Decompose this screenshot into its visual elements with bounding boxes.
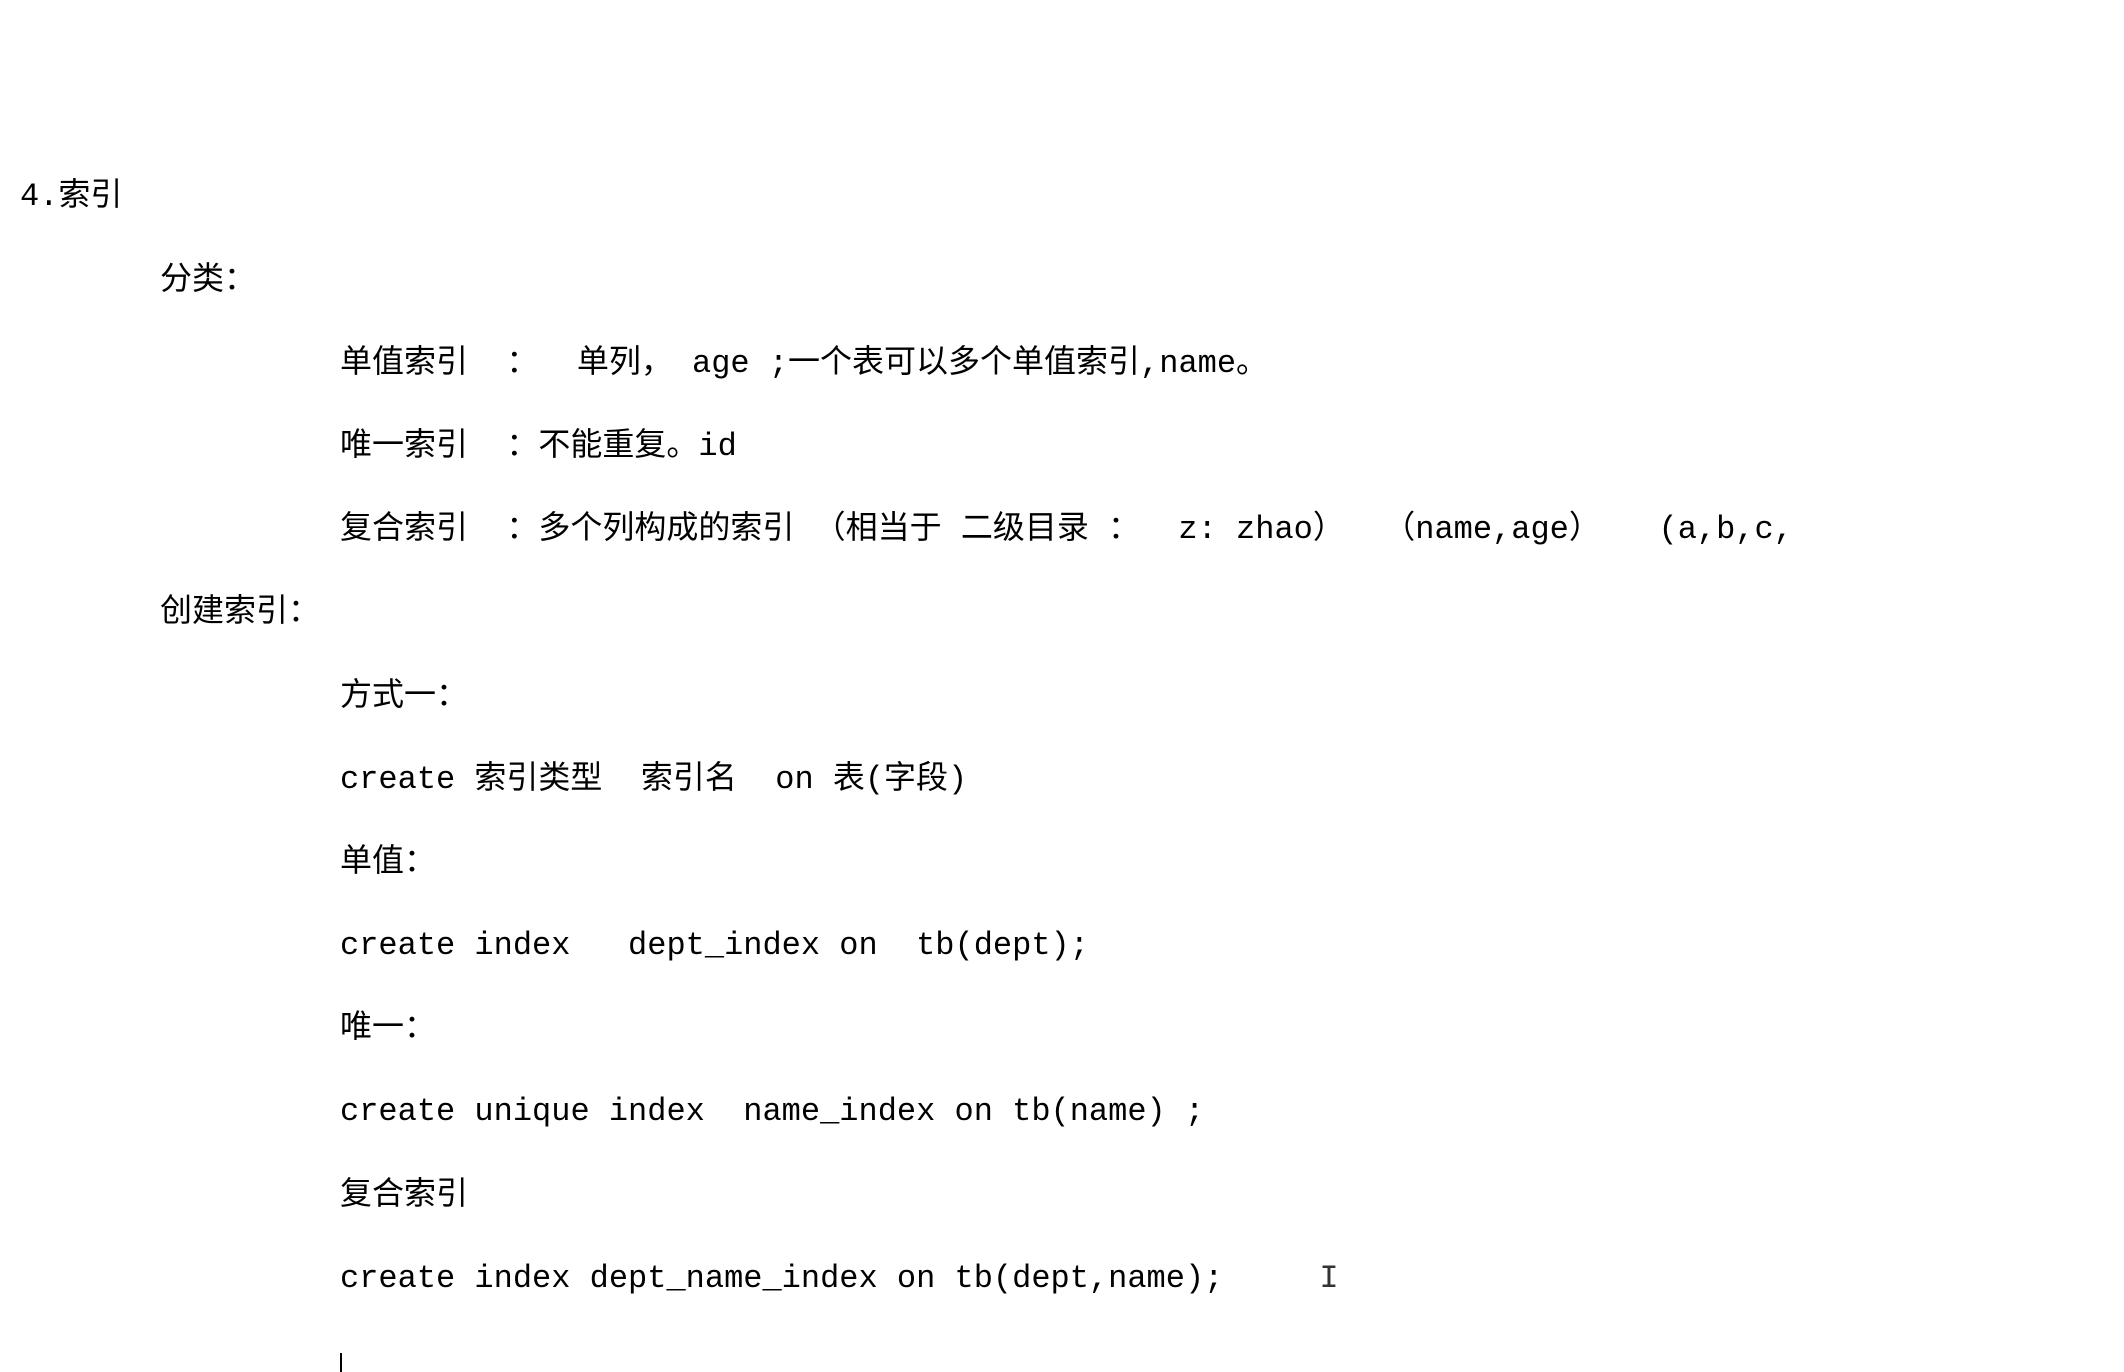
- classification-composite: 复合索引 ：多个列构成的索引 （相当于 二级目录 ： z: zhao） （nam…: [20, 509, 2104, 551]
- text-cursor-icon: I: [1223, 1260, 1338, 1297]
- caret-line: [20, 1341, 2104, 1372]
- classification-unique: 唯一索引 ：不能重复。id: [20, 426, 2104, 468]
- create-composite-label: 复合索引: [20, 1175, 2104, 1217]
- create-unique-sql: create unique index name_index on tb(nam…: [20, 1091, 2104, 1133]
- subsection-classification-title: 分类：: [20, 260, 2104, 302]
- create-composite-sql: create index dept_name_index on tb(dept,…: [20, 1258, 2104, 1300]
- section-heading: 4.索引: [20, 176, 2104, 218]
- create-syntax: create 索引类型 索引名 on 表(字段): [20, 759, 2104, 801]
- create-unique-label: 唯一：: [20, 1008, 2104, 1050]
- subsection-create-title: 创建索引：: [20, 592, 2104, 634]
- create-single-label: 单值：: [20, 842, 2104, 884]
- create-single-sql: create index dept_index on tb(dept);: [20, 925, 2104, 967]
- composite-sql-text: create index dept_name_index on tb(dept,…: [340, 1260, 1223, 1297]
- create-method-one: 方式一：: [20, 676, 2104, 718]
- classification-single-value: 单值索引 ： 单列， age ;一个表可以多个单值索引,name。: [20, 343, 2104, 385]
- caret-icon: [340, 1353, 342, 1372]
